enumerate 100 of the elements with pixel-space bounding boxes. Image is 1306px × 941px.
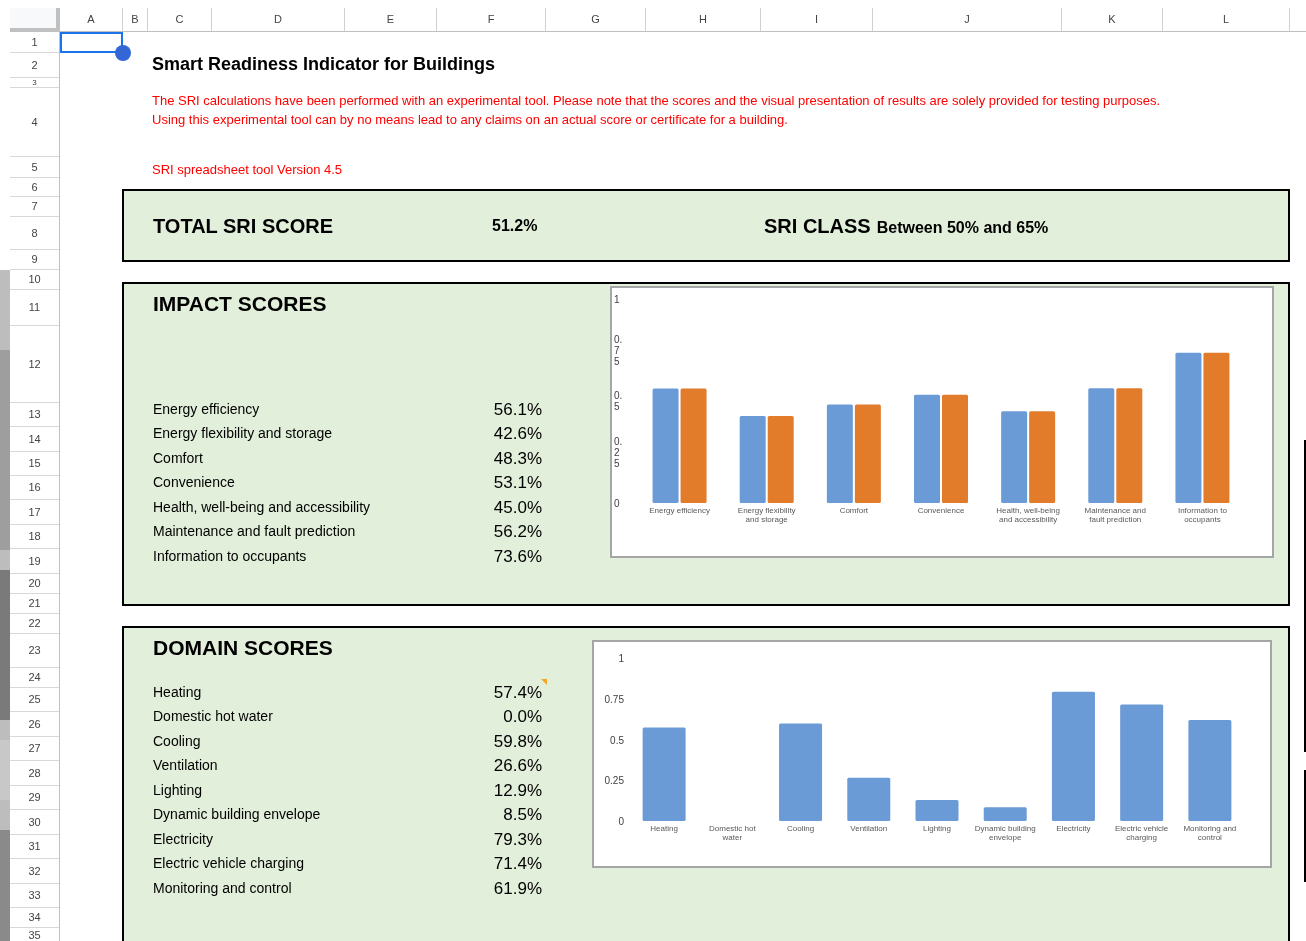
row-header[interactable]: 26 [10,712,59,737]
row-header[interactable]: 15 [10,452,59,476]
row-header[interactable]: 7 [10,197,59,217]
row-header[interactable]: 25 [10,688,59,712]
category-label: Electric vehicle charging [1113,824,1170,842]
disclaimer-text: Using this experimental tool can by no means lead to any claims on an actual score or certificate for a building. [152,111,789,129]
category-label: Energy flexibility and storage [736,506,797,524]
row-header[interactable]: 24 [10,668,59,688]
score-value: 53.1% [493,473,542,492]
version-text: SRI spreadsheet tool Version 4.5 [152,162,343,177]
row-header[interactable]: 3 [10,78,59,88]
score-label: Energy efficiency [153,399,260,419]
column-header[interactable]: C [148,8,212,31]
column-header[interactable]: L [1163,8,1290,31]
score-label: Energy flexibility and storage [153,424,332,444]
score-value: 61.9% [493,878,542,898]
category-label: Health, well-being and accessibility [995,506,1061,524]
score-value: 71.4% [493,854,542,873]
column-header[interactable]: G [546,8,646,31]
row-header[interactable]: 11 [10,290,59,326]
score-value: 45.0% [493,497,542,517]
row-header[interactable]: 4 [10,88,59,157]
column-header[interactable]: D [212,8,345,31]
column-header[interactable]: B [123,8,148,31]
category-label: Dynamic building envelope [973,824,1037,842]
score-label: Cooling [153,731,201,751]
axis-tick-label: 0.25 [614,435,621,469]
score-label: Information to occupants [153,546,307,566]
row-header[interactable]: 29 [10,786,59,810]
score-value: 59.8% [493,731,542,751]
score-label: Heating [153,682,202,702]
row-header[interactable]: 23 [10,634,59,668]
score-label: Lighting [153,780,203,800]
score-value: 8.5% [503,805,542,824]
row-header[interactable]: 33 [10,884,59,908]
column-header[interactable]: A [60,8,123,31]
category-label: Maintenance and fault prediction [1083,506,1147,524]
row-header[interactable]: 22 [10,614,59,634]
category-label: Convenience [917,506,965,517]
category-label: Monitoring and control [1182,824,1238,842]
score-label: Electricity [153,829,213,849]
score-label: Comfort [153,448,203,468]
score-label: Electric vehicle charging [153,854,304,874]
column-header[interactable]: J [873,8,1062,31]
row-header[interactable]: 21 [10,594,59,614]
column-header[interactable]: K [1062,8,1163,31]
score-label: Monitoring and control [153,878,292,898]
section-heading: DOMAIN SCORES [153,635,334,661]
row-header[interactable]: 28 [10,761,59,786]
category-label: Electricity [1056,824,1091,835]
row-header[interactable]: 1 [10,32,59,53]
row-header[interactable]: 10 [10,270,59,290]
row-header[interactable]: 9 [10,250,59,270]
score-value: 56.2% [493,522,542,541]
row-header[interactable]: 17 [10,500,59,525]
axis-tick-label: 0.5 [614,390,621,412]
row-header[interactable]: 34 [10,908,59,928]
category-label: Lighting [922,824,951,835]
row-header[interactable]: 20 [10,574,59,594]
column-header[interactable]: I [761,8,873,31]
disclaimer-text: The SRI calculations have been performed with an experimental tool. Please note that the scores and the visual presentation of results are solely provided for testing purposes. [152,92,1162,110]
section-heading: IMPACT SCORES [153,291,328,317]
score-value: 79.3% [493,829,542,849]
score-label: Ventilation [153,756,218,776]
axis-tick-label: 1 [618,651,624,666]
category-label: Heating [650,824,678,835]
axis-tick-label: 0.75 [614,333,621,367]
row-header[interactable]: 12 [10,326,59,403]
row-header[interactable]: 6 [10,178,59,197]
score-value: 56.1% [493,399,542,419]
bar [847,777,891,821]
score-value: 57.4% [493,682,542,702]
row-header[interactable]: 8 [10,217,59,250]
column-header[interactable]: E [345,8,437,31]
row-header[interactable]: 35 [10,928,59,941]
fill-handle[interactable] [115,45,131,61]
row-header[interactable]: 31 [10,835,59,859]
row-header[interactable]: 32 [10,859,59,884]
axis-tick-label: 0.5 [610,733,624,747]
axis-tick-label: 1 [614,293,621,305]
row-header[interactable]: 5 [10,157,59,178]
row-header[interactable]: 2 [10,53,59,78]
column-header[interactable]: F [437,8,546,31]
column-header[interactable]: H [646,8,761,31]
score-value: 48.3% [493,448,542,468]
row-header[interactable]: 18 [10,525,59,549]
category-label: Energy efficiency [649,506,710,517]
axis-tick-label: 0.25 [604,773,624,788]
category-label: Cooling [786,824,815,835]
sri-class-label: SRI CLASS [764,213,871,239]
category-label: Ventilation [850,824,888,835]
row-header[interactable]: 16 [10,476,59,500]
row-header[interactable]: 19 [10,549,59,574]
score-value: 26.6% [493,756,542,775]
score-value: 0.0% [503,707,542,726]
row-header[interactable]: 14 [10,427,59,452]
row-header[interactable]: 30 [10,810,59,835]
row-header[interactable]: 27 [10,737,59,761]
row-header[interactable]: 13 [10,403,59,427]
score-label: Dynamic building envelope [153,805,321,825]
